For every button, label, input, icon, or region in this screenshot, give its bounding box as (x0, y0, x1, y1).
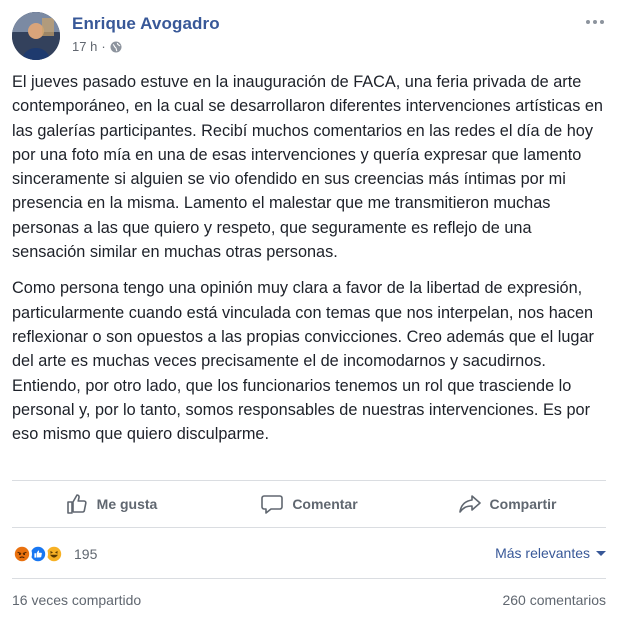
share-icon (458, 495, 481, 513)
more-options-icon[interactable] (586, 16, 606, 28)
comment-count-link[interactable]: 260 comentarios (502, 592, 606, 608)
sort-label: Más relevantes (495, 545, 590, 561)
author-name[interactable]: Enrique Avogadro (72, 14, 220, 34)
globe-icon[interactable] (110, 41, 122, 53)
post-body: El jueves pasado estuve en la inauguraci… (12, 70, 608, 458)
caret-down-icon (596, 551, 606, 556)
post-time[interactable]: 17 h (72, 39, 97, 54)
post-paragraph-2: Como persona tengo una opinión muy clara… (12, 279, 594, 444)
post-stats: 16 veces compartido 260 comentarios (12, 592, 606, 612)
divider-middle (12, 527, 606, 528)
share-button[interactable]: Compartir (408, 486, 606, 522)
like-button[interactable]: Me gusta (12, 486, 210, 522)
thumbs-up-icon (66, 494, 87, 514)
avatar[interactable] (12, 12, 60, 60)
post-paragraph-1: El jueves pasado estuve en la inauguraci… (12, 73, 603, 262)
meta-separator: · (101, 39, 106, 54)
reaction-count[interactable]: 195 (74, 546, 97, 562)
comment-button-label: Comentar (292, 496, 358, 512)
post-header: Enrique Avogadro 17 h · (0, 0, 618, 64)
post-actions: Me gusta Comentar Compartir (12, 486, 606, 522)
angry-icon[interactable] (12, 544, 32, 564)
divider-top (12, 480, 606, 481)
reactions-summary: 195 Más relevantes (12, 540, 606, 568)
comment-icon (261, 495, 284, 514)
avatar-image (12, 12, 60, 60)
share-button-label: Compartir (489, 496, 557, 512)
comment-sort-dropdown[interactable]: Más relevantes (495, 545, 606, 561)
post-meta: 17 h · (72, 39, 122, 54)
like-button-label: Me gusta (96, 496, 158, 512)
divider-bottom (12, 578, 606, 579)
comment-button[interactable]: Comentar (210, 486, 408, 522)
share-count-link[interactable]: 16 veces compartido (12, 592, 141, 608)
